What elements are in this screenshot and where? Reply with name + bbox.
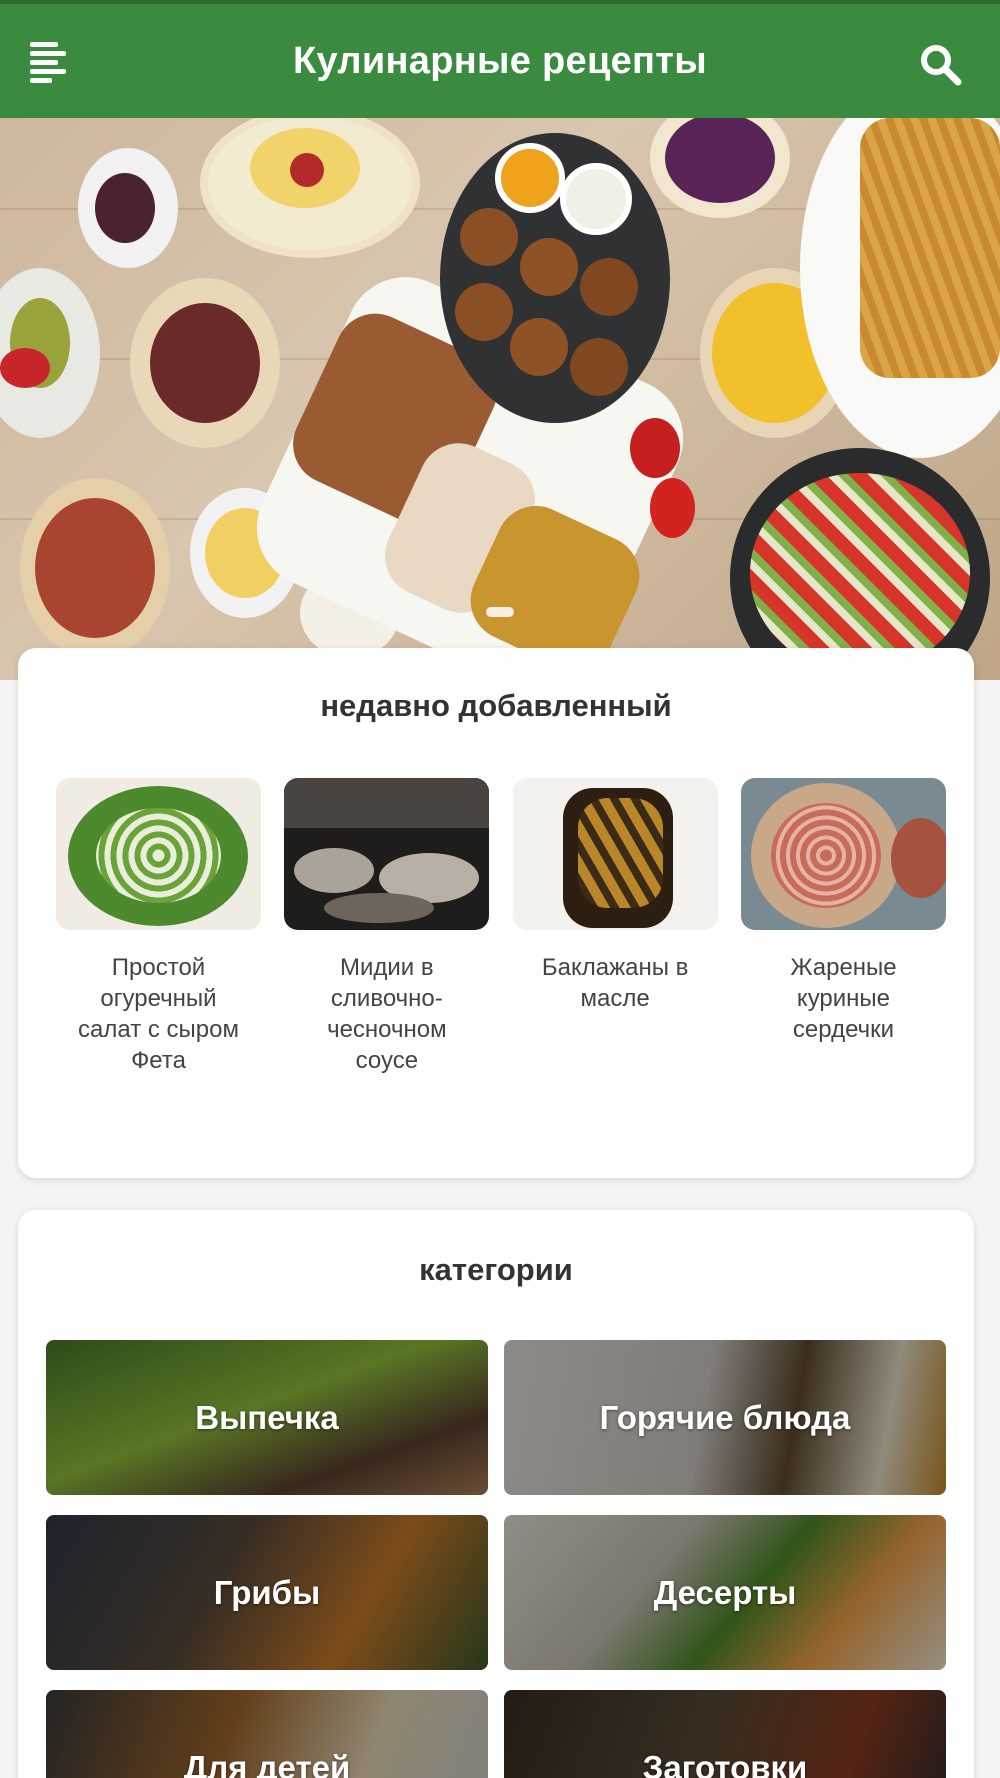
app-bar: Кулинарные рецепты [0, 0, 1000, 118]
recent-recipes-list: Простой огуречный салат с сыром Фета Мид… [56, 778, 946, 1076]
category-tile[interactable]: Выпечка [46, 1340, 488, 1495]
recipe-name: Жареные куриные сердечки [790, 954, 897, 1043]
category-tile[interactable]: Горячие блюда [504, 1340, 946, 1495]
search-icon[interactable] [918, 42, 962, 86]
category-tile[interactable]: Для детей [46, 1690, 488, 1778]
recipe-card[interactable]: Простой огуречный салат с сыром Фета [56, 778, 261, 1076]
categories-card: категории Выпечка Горячие блюда Грибы Де… [18, 1210, 974, 1778]
category-label: Грибы [213, 1573, 321, 1611]
category-tile[interactable]: Заготовки [504, 1690, 946, 1778]
categories-section-title: категории [419, 1252, 573, 1287]
recipe-card[interactable]: Мидии в сливочно-чесночном соусе [284, 778, 490, 1076]
menu-icon[interactable] [30, 42, 70, 84]
category-label: Для детей [183, 1748, 351, 1778]
app-title: Кулинарные рецепты [293, 39, 707, 82]
recipe-thumbnail[interactable] [512, 778, 718, 930]
recipe-name: Простой огуречный салат с сыром Фета [78, 954, 239, 1074]
recipe-thumbnail[interactable] [740, 778, 946, 930]
category-label: Горячие блюда [599, 1398, 851, 1436]
recipe-name: Мидии в сливочно-чесночном соусе [327, 954, 447, 1074]
hero-food-image[interactable] [0, 118, 1000, 680]
category-label: Заготовки [642, 1748, 808, 1778]
category-tile[interactable]: Грибы [46, 1515, 488, 1670]
category-tile[interactable]: Десерты [504, 1515, 946, 1670]
category-label: Десерты [653, 1573, 797, 1611]
recent-recipes-card: недавно добавленный Простой огуречный са… [18, 648, 974, 1178]
recipe-name: Баклажаны в масле [541, 954, 689, 1012]
recipe-card[interactable]: Жареные куриные сердечки [740, 778, 946, 1076]
carousel-dot[interactable] [486, 607, 514, 617]
carousel-indicator[interactable] [0, 604, 1000, 622]
recipe-thumbnail[interactable] [56, 778, 261, 930]
category-label: Выпечка [195, 1398, 339, 1436]
recipe-card[interactable]: Баклажаны в масле [512, 778, 718, 1076]
recent-section-title: недавно добавленный [320, 688, 672, 723]
recipe-thumbnail[interactable] [284, 778, 490, 930]
